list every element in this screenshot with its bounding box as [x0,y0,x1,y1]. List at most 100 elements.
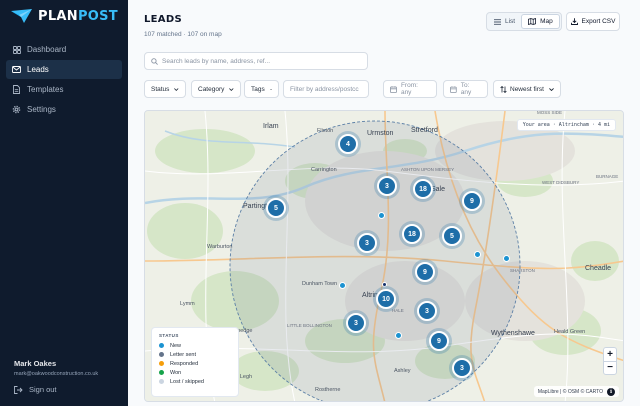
lead-cluster[interactable]: 3 [357,233,377,253]
calendar-icon [450,85,457,93]
place-label: Urmston [367,130,394,137]
lead-cluster[interactable]: 5 [442,226,462,246]
lead-marker[interactable] [473,250,481,258]
date-from-picker[interactable]: From: any [383,80,437,98]
address-filter-input[interactable] [290,85,362,93]
area-badge: Your area · Altrincham · 4 mi [516,119,616,131]
date-from-label: From: any [400,82,418,96]
search-icon [151,57,158,65]
list-icon [494,18,501,25]
lead-cluster[interactable]: 9 [462,191,482,211]
lead-cluster[interactable]: 18 [402,224,422,244]
status-filter-label: Status [151,85,170,93]
date-to-picker[interactable]: To: any [443,80,488,98]
lead-cluster[interactable]: 3 [346,313,366,333]
list-view-button[interactable]: List [488,14,521,29]
info-icon[interactable]: i [607,387,615,396]
sidebar-item-settings[interactable]: Settings [6,100,122,119]
view-toggle: List Map [486,12,562,31]
tags-filter-dropdown[interactable]: Tags [244,80,279,98]
user-email: mark@oakwoodconstruction.co.uk [14,371,99,377]
chevron-down-icon [549,87,554,91]
status-dot-icon [159,343,164,348]
sidebar-item-templates[interactable]: Templates [6,80,122,99]
status-filter-dropdown[interactable]: Status [144,80,186,98]
lead-marker[interactable] [394,331,402,339]
sidebar-item-label: Leads [27,65,49,74]
place-label: Lymm [180,301,195,307]
lead-cluster[interactable]: 3 [417,301,437,321]
lead-marker[interactable] [377,211,385,219]
lead-cluster[interactable]: 4 [338,134,358,154]
lead-cluster[interactable]: 10 [376,289,396,309]
status-dot-icon [159,370,164,375]
status-dot-icon [159,379,164,384]
lead-marker[interactable] [338,281,346,289]
download-icon [570,18,578,25]
place-label: WEST DIDSBURY [542,180,580,185]
zoom-controls: + − [603,347,617,375]
map-icon [528,18,537,25]
status-dot-icon [159,361,164,366]
gear-icon [12,105,21,114]
lead-cluster[interactable]: 3 [377,176,397,196]
search-input[interactable] [162,57,362,65]
sidebar-item-label: Settings [27,105,56,114]
export-csv-button[interactable]: Export CSV [566,12,620,31]
legend-item: New [159,341,231,350]
legend-label: Letter sent [170,351,196,358]
lead-marker[interactable] [502,254,510,262]
legend-item: Letter sent [159,350,231,359]
lead-cluster[interactable]: 18 [413,179,433,199]
place-label: Warburton [207,244,233,250]
envelope-icon [12,65,21,74]
chevron-down-icon [269,88,272,90]
place-label: SHARSTON [510,268,535,273]
place-label: Dunham Town [302,281,338,287]
lead-cluster[interactable]: 9 [415,262,435,282]
sidebar-item-dashboard[interactable]: Dashboard [6,40,122,59]
lead-cluster[interactable]: 5 [266,198,286,218]
lead-cluster[interactable]: 9 [429,331,449,351]
sign-out-button[interactable]: Sign out [14,385,57,394]
search-box [144,52,368,70]
place-label: LITTLE BOLLINGTON [287,323,332,328]
sidebar-nav: Dashboard Leads Templates Settings [6,40,122,120]
legend-item: Lost / skipped [159,377,231,386]
category-filter-dropdown[interactable]: Category [191,80,241,98]
legend-item: Won [159,368,231,377]
chevron-down-icon [229,87,234,91]
paper-plane-icon [11,9,32,23]
export-csv-label: Export CSV [581,18,616,25]
zoom-in-button[interactable]: + [604,348,616,361]
place-label: Stretford [411,127,438,134]
legend-label: Won [170,369,182,376]
place-label: ASHTON UPON MERSEY [401,167,455,172]
brand-name-part2: POST [77,8,118,24]
list-view-label: List [505,18,516,25]
leads-map[interactable]: Your area · Altrincham · 4 mi Irlam Flixt… [144,110,624,402]
page-title: LEADS [144,14,182,25]
place-label: BURNAGE [596,174,619,179]
map-view-button[interactable]: Map [521,14,560,29]
lead-cluster[interactable]: 3 [452,358,472,378]
zoom-out-button[interactable]: − [604,361,616,374]
sidebar-item-leads[interactable]: Leads [6,60,122,79]
place-label: Ashley [394,368,411,374]
results-summary: 107 matched · 107 on map [144,31,222,38]
sign-out-icon [14,385,23,394]
sidebar: PLANPOST Dashboard Leads Templates Setti… [0,0,128,406]
place-label: Cheadle [585,265,612,272]
legend-label: New [170,342,182,349]
map-view-label: Map [540,18,553,25]
place-label: Irlam [263,123,279,130]
document-icon [12,85,21,94]
sort-dropdown[interactable]: Newest first [493,80,561,98]
legend-label: Lost / skipped [170,378,204,385]
place-label: Carrington [311,167,337,173]
map-attribution: MapLibre | © OSM © CARTO i [533,386,619,397]
lead-marker[interactable] [381,281,387,287]
place-label: Rostherne [315,387,341,393]
brand-logo[interactable]: PLANPOST [10,8,118,24]
status-dot-icon [159,352,164,357]
